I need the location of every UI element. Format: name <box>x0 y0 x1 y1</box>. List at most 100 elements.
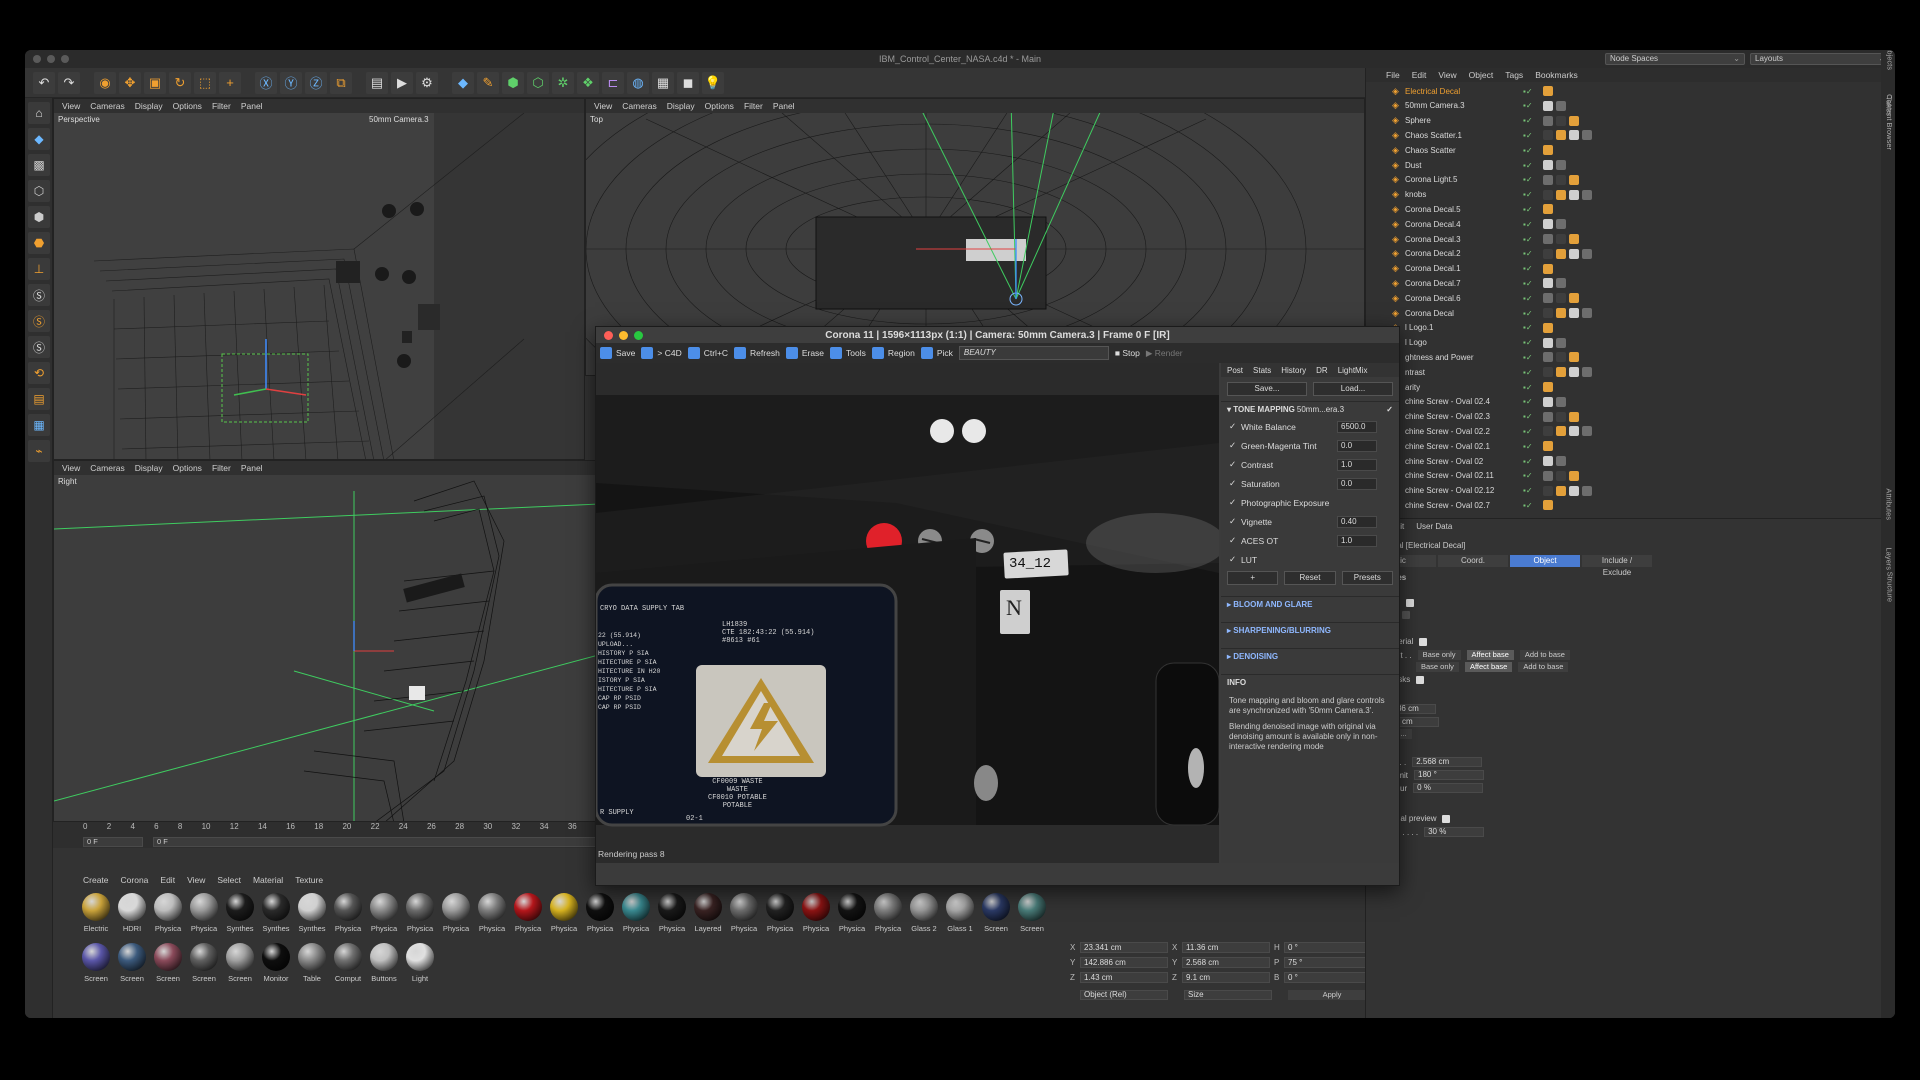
object-row[interactable]: ◈ Corona Decal.5 ▪✓ <box>1392 202 1872 216</box>
object-row[interactable]: ◈ Corona Decal.7 ▪✓ <box>1392 276 1872 290</box>
coord-value-input[interactable]: 11.36 cm <box>1182 942 1270 953</box>
material-swatch[interactable]: HDRI <box>117 893 147 939</box>
object-row[interactable]: ◈ 50mm Camera.3 ▪✓ <box>1392 99 1872 113</box>
tag-icon[interactable] <box>1556 470 1566 481</box>
material-swatch[interactable]: Physica <box>585 893 615 939</box>
cube-icon[interactable]: ◆ <box>452 71 474 94</box>
object-row[interactable]: ◈ Corona Decal ▪✓ <box>1392 306 1872 320</box>
tag-icon[interactable] <box>1556 308 1566 318</box>
visibility-flags-icon[interactable]: ▪✓ <box>1523 383 1543 392</box>
setting-checkbox[interactable]: ✓ <box>1229 516 1241 527</box>
object-row[interactable]: ◈ Corona Light.5 ▪✓ <box>1392 173 1872 187</box>
material-menu-item[interactable]: Material <box>253 875 283 885</box>
material-swatch[interactable]: Glass 1 <box>945 893 975 939</box>
post-tab[interactable]: LightMix <box>1338 366 1368 375</box>
axis-mode-icon[interactable]: ⊥ <box>28 258 50 280</box>
camera-label[interactable]: 50mm Camera.3 <box>369 115 429 124</box>
depth-limit-field[interactable]: 2.568 cm <box>1412 757 1483 767</box>
visibility-flags-icon[interactable]: ▪✓ <box>1523 131 1543 140</box>
object-menu-item[interactable]: File <box>1386 70 1400 80</box>
tag-icon[interactable] <box>1569 130 1579 141</box>
material-swatch[interactable]: Physica <box>153 893 183 939</box>
coord-value-input[interactable]: 23.341 cm <box>1080 942 1168 953</box>
tag-icon[interactable] <box>1543 500 1553 511</box>
visibility-flags-icon[interactable]: ▪✓ <box>1523 146 1543 155</box>
setting-checkbox[interactable]: ✓ <box>1229 421 1241 432</box>
tag-icon[interactable] <box>1582 248 1592 259</box>
object-row[interactable]: ◈ Corona Decal.4 ▪✓ <box>1392 217 1872 231</box>
layouts-select[interactable]: Layouts⌄ <box>1750 53 1890 65</box>
visibility-flags-icon[interactable]: ▪✓ <box>1523 323 1543 332</box>
setting-checkbox[interactable]: ✓ <box>1229 497 1241 508</box>
side-tab-content-browser[interactable]: Content Browser <box>1885 94 1894 150</box>
tag-icon[interactable] <box>1556 367 1566 378</box>
solo-icon[interactable]: Ⓢ <box>28 284 50 306</box>
material-menu-item[interactable]: Create <box>83 875 109 885</box>
tag-icon[interactable] <box>1543 485 1553 496</box>
material-swatch[interactable]: Synthes <box>261 893 291 939</box>
material-checkbox[interactable] <box>1406 598 1415 607</box>
snap-icon[interactable]: ⟲ <box>28 362 50 384</box>
post-tab[interactable]: Stats <box>1253 366 1271 375</box>
setting-value-input[interactable]: 1.0 <box>1337 458 1377 471</box>
vfb-button[interactable]: Region <box>871 347 915 359</box>
camera-icon[interactable]: ◼ <box>677 71 699 94</box>
attr-tab[interactable]: Include / Exclude <box>1582 555 1652 577</box>
visibility-flags-icon[interactable]: ▪✓ <box>1523 279 1543 288</box>
visibility-flags-icon[interactable]: ▪✓ <box>1523 249 1543 258</box>
rotate-icon[interactable]: ↻ <box>169 71 191 94</box>
tag-icon[interactable] <box>1543 130 1553 141</box>
edges-mode-icon[interactable]: ⬢ <box>28 206 50 228</box>
guides-icon[interactable]: ⌁ <box>28 440 50 462</box>
object-menu-item[interactable]: View <box>1438 70 1456 80</box>
reset-button[interactable]: Reset <box>1284 571 1336 585</box>
tag-icon[interactable] <box>1543 456 1553 466</box>
attr-tab[interactable]: Object <box>1510 555 1580 567</box>
object-menu-item[interactable]: Bookmarks <box>1535 70 1578 80</box>
denoise-section[interactable]: ▸ DENOISING <box>1221 648 1399 664</box>
material-swatch[interactable]: Physica <box>477 893 507 939</box>
visibility-flags-icon[interactable]: ▪✓ <box>1523 501 1543 510</box>
object-row[interactable]: ◈ Chaos Scatter.1 ▪✓ <box>1392 128 1872 142</box>
apply-button[interactable]: Apply <box>1288 989 1376 1000</box>
object-row[interactable]: ◈chine Screw - Oval 02.7▪✓ <box>1392 498 1872 512</box>
z-axis-icon[interactable]: Ⓩ <box>305 71 327 94</box>
material-swatch[interactable]: Glass 2 <box>909 893 939 939</box>
stop-button[interactable]: ■ Stop <box>1115 348 1140 358</box>
material-swatch[interactable]: Screen <box>981 893 1011 939</box>
tag-icon[interactable] <box>1556 426 1566 437</box>
material-swatch[interactable]: Physica <box>837 893 867 939</box>
field-icon[interactable]: ◍ <box>627 71 649 94</box>
tag-icon[interactable] <box>1582 426 1592 437</box>
vp-top-menu-panel[interactable]: Panel <box>773 101 795 111</box>
tag-icon[interactable] <box>1543 441 1553 452</box>
add-operator-button[interactable]: + <box>1227 571 1279 585</box>
material-swatch[interactable]: Physica <box>405 893 435 939</box>
tag-icon[interactable] <box>1543 396 1553 407</box>
visibility-flags-icon[interactable]: ▪✓ <box>1523 471 1543 480</box>
tag-icon[interactable] <box>1582 189 1592 200</box>
object-row[interactable]: ◈ghtness and Power▪✓ <box>1392 350 1872 364</box>
generator-icon[interactable]: ⬡ <box>527 71 549 94</box>
setting-value-input[interactable]: 0.0 <box>1337 439 1377 452</box>
material-swatch[interactable]: Physica <box>189 893 219 939</box>
vp-top-menu-cameras[interactable]: Cameras <box>622 101 656 111</box>
object-row[interactable]: ◈ Corona Decal.6 ▪✓ <box>1392 291 1872 305</box>
visibility-flags-icon[interactable]: ▪✓ <box>1523 368 1543 377</box>
vp-menu-filter[interactable]: Filter <box>212 101 231 111</box>
vfb-button[interactable]: Save <box>600 347 635 359</box>
setting-value-input[interactable]: 0.40 <box>1337 515 1377 528</box>
pen-icon[interactable]: ✎ <box>477 71 499 94</box>
post-tab[interactable]: DR <box>1316 366 1328 375</box>
floor-icon[interactable]: ▦ <box>652 71 674 94</box>
project-material-checkbox[interactable] <box>1419 637 1428 646</box>
object-row[interactable]: ◈ Corona Decal.2 ▪✓ <box>1392 247 1872 261</box>
add-icon[interactable]: + <box>219 71 241 94</box>
setting-value-input[interactable]: 0.0 <box>1337 477 1377 490</box>
object-row[interactable]: ◈ Chaos Scatter ▪✓ <box>1392 143 1872 157</box>
material-swatch[interactable]: Physica <box>765 893 795 939</box>
coord-value-input[interactable]: 75 ° <box>1284 957 1372 968</box>
object-menu-item[interactable]: Edit <box>1412 70 1427 80</box>
texture-mode-icon[interactable]: ▩ <box>28 154 50 176</box>
tag-icon[interactable] <box>1582 485 1592 496</box>
